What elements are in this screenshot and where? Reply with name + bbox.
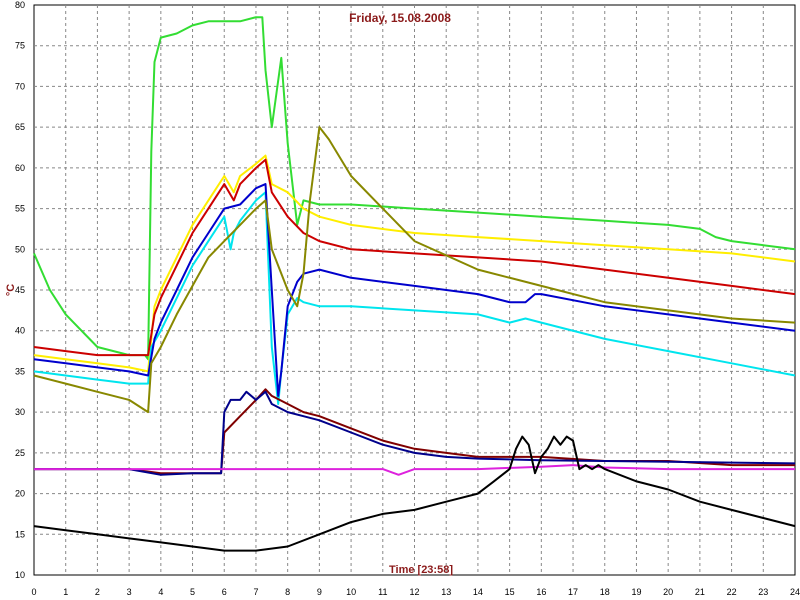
y-tick-label: 65 (15, 122, 25, 132)
x-tick-label: 5 (190, 587, 195, 597)
y-tick-label: 20 (15, 489, 25, 499)
x-tick-label: 0 (31, 587, 36, 597)
x-tick-label: 9 (317, 587, 322, 597)
x-tick-label: 19 (631, 587, 641, 597)
y-tick-label: 70 (15, 81, 25, 91)
x-tick-label: 17 (568, 587, 578, 597)
x-tick-label: 18 (600, 587, 610, 597)
x-tick-label: 13 (441, 587, 451, 597)
x-tick-label: 16 (536, 587, 546, 597)
y-tick-label: 40 (15, 326, 25, 336)
y-tick-label: 75 (15, 41, 25, 51)
x-tick-label: 23 (758, 587, 768, 597)
y-tick-label: 60 (15, 163, 25, 173)
y-tick-label: 25 (15, 448, 25, 458)
x-tick-label: 2 (95, 587, 100, 597)
y-tick-label: 15 (15, 529, 25, 539)
x-tick-label: 1 (63, 587, 68, 597)
chart-title: Friday, 15.08.2008 (349, 11, 451, 25)
x-tick-label: 7 (253, 587, 258, 597)
x-tick-label: 15 (505, 587, 515, 597)
x-tick-label: 6 (222, 587, 227, 597)
temperature-chart: 0 1 2 3 4 5 6 7 8 9 10 11 12 13 14 15 16 17 18 19 20 21 22 23 24… (5, 0, 800, 597)
y-axis-label: °C (5, 284, 17, 296)
y-tick-label: 35 (15, 366, 25, 376)
y-tick-label: 10 (15, 570, 25, 580)
y-tick-label: 80 (15, 0, 25, 10)
x-tick-label: 3 (127, 587, 132, 597)
y-tick-label: 30 (15, 407, 25, 417)
x-tick-label: 14 (473, 587, 483, 597)
x-tick-label: 8 (285, 587, 290, 597)
x-tick-label: 24 (790, 587, 800, 597)
x-axis-label: Time [23:58] (389, 564, 453, 576)
x-tick-label: 11 (378, 587, 387, 597)
y-tick-label: 50 (15, 244, 25, 254)
x-tick-label: 22 (727, 587, 737, 597)
x-tick-label: 4 (158, 587, 163, 597)
x-tick-label: 21 (695, 587, 705, 597)
x-tick-label: 20 (663, 587, 673, 597)
x-tick-label: 12 (409, 587, 419, 597)
x-tick-labels: 0 1 2 3 4 5 6 7 8 9 10 11 12 13 14 15 16 17 18 19 20 21 22 23 24 (31, 587, 800, 597)
y-tick-label: 55 (15, 204, 25, 214)
x-tick-label: 10 (346, 587, 356, 597)
